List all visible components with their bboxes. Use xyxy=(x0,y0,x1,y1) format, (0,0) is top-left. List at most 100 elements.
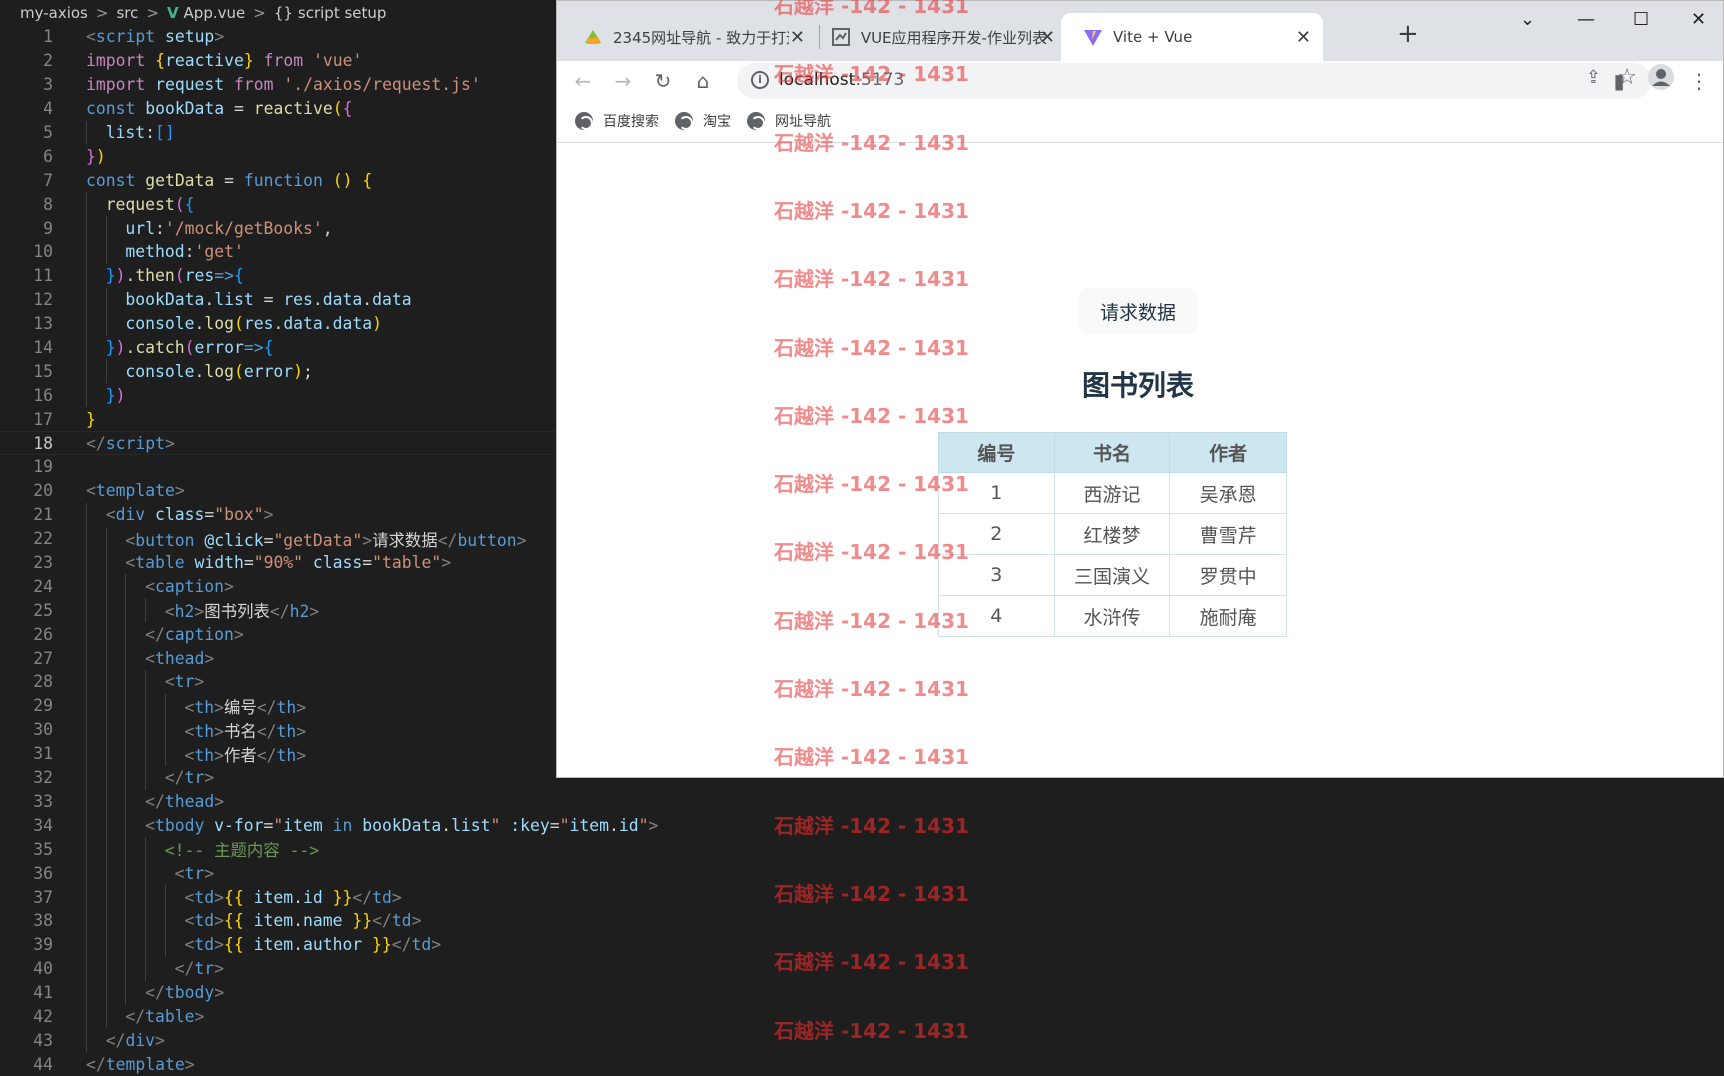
line-number: 19 xyxy=(33,457,53,477)
indent-guide xyxy=(86,789,87,814)
tab-strip: 2345网址导航 - 致力于打造百 ✕ VUE应用程序开发-作业列表 ✕ Vit… xyxy=(557,1,1723,61)
tab-title: VUE应用程序开发-作业列表 xyxy=(860,28,1047,47)
tab-vite-vue[interactable]: Vite + Vue ✕ xyxy=(1061,13,1323,61)
home-icon[interactable]: ⌂ xyxy=(691,67,715,95)
reload-icon[interactable]: ↻ xyxy=(651,67,675,95)
indent-guide xyxy=(86,717,87,742)
close-window-icon[interactable]: ✕ xyxy=(1691,9,1706,30)
plus-icon[interactable]: + xyxy=(1397,21,1419,47)
more-menu-icon[interactable]: ⋮ xyxy=(1687,67,1711,95)
indent-guide xyxy=(105,813,107,838)
code-line[interactable]: 41 </tbody> xyxy=(0,980,1724,1005)
code-text: <tr> xyxy=(164,672,205,692)
chevron-right-icon: > xyxy=(95,3,109,22)
code-text: <template> xyxy=(86,481,185,501)
cell-id: 4 xyxy=(938,595,1055,637)
code-line[interactable]: 36 <tr> xyxy=(0,861,1724,886)
cell-name: 三国演义 xyxy=(1053,554,1171,596)
code-line[interactable]: 38 <td>{{ item.name }}</td> xyxy=(0,908,1724,933)
indent-guide xyxy=(86,598,87,623)
indent-guide xyxy=(86,287,87,312)
info-icon[interactable]: i xyxy=(751,71,769,89)
indent-guide xyxy=(125,717,127,742)
code-text: import {reactive} from 'vue' xyxy=(86,51,363,71)
code-text: </caption> xyxy=(145,624,244,644)
close-icon[interactable]: ✕ xyxy=(1040,27,1055,48)
globe-icon xyxy=(575,112,593,130)
code-text: </script> xyxy=(86,433,175,453)
line-number: 6 xyxy=(43,146,53,166)
code-line[interactable]: 34 <tbody v-for="item in bookData.list" :… xyxy=(0,813,1724,838)
request-data-button[interactable]: 请求数据 xyxy=(1079,288,1197,334)
header-author: 作者 xyxy=(1169,432,1287,473)
address-bar[interactable]: i localhost:5173 ⇪ ☆ xyxy=(737,63,1651,99)
code-text: </div> xyxy=(105,1030,165,1050)
line-number: 18 xyxy=(33,433,53,453)
indent-guide xyxy=(86,550,87,575)
code-line[interactable]: 43 </div> xyxy=(0,1028,1724,1053)
bookmark-baidu[interactable]: 百度搜索 xyxy=(575,111,659,131)
indent-guide xyxy=(86,741,87,766)
indent-guide xyxy=(125,837,127,862)
indent-guide xyxy=(125,693,127,718)
profile-avatar-icon[interactable] xyxy=(1647,63,1674,98)
cell-author: 吴承恩 xyxy=(1169,472,1287,514)
code-text: console.log(res.data.data) xyxy=(125,314,383,334)
indent-guide xyxy=(125,598,127,623)
tab-2345[interactable]: 2345网址导航 - 致力于打造百 ✕ xyxy=(561,13,817,61)
code-line[interactable]: 39 <td>{{ item.author }}</td> xyxy=(0,932,1724,957)
code-text: <div class="box"> xyxy=(105,505,274,525)
line-number: 42 xyxy=(33,1006,53,1026)
line-number: 37 xyxy=(33,887,53,907)
bookmark-taobao[interactable]: 淘宝 xyxy=(675,111,731,131)
back-arrow-icon[interactable]: ← xyxy=(571,67,595,95)
chevron-right-icon: > xyxy=(146,3,159,22)
share-icon[interactable]: ⇪ xyxy=(1586,67,1601,88)
cell-id: 3 xyxy=(938,554,1055,596)
indent-guide xyxy=(164,885,166,909)
tab-vue-homework[interactable]: VUE应用程序开发-作业列表 ✕ xyxy=(809,13,1067,61)
indent-guide xyxy=(86,670,87,694)
cell-name: 红楼梦 xyxy=(1053,513,1171,555)
code-text: </tr> xyxy=(164,768,215,788)
indent-guide xyxy=(86,813,87,838)
close-icon[interactable]: ✕ xyxy=(790,27,805,48)
cell-author: 罗贯中 xyxy=(1169,554,1287,596)
code-line[interactable]: 42 </table> xyxy=(0,1004,1724,1029)
bookmark-url-nav[interactable]: 网址导航 xyxy=(747,111,831,131)
code-text: <caption> xyxy=(145,576,234,596)
code-line[interactable]: 35 <!-- 主题内容 --> xyxy=(0,837,1724,862)
indent-guide xyxy=(164,693,166,718)
breadcrumb-project[interactable]: my-axios xyxy=(20,4,88,22)
vue-file-icon: V xyxy=(166,3,179,22)
code-text: <button @click="getData">请求数据</button> xyxy=(125,530,527,550)
close-icon[interactable]: ✕ xyxy=(1296,27,1311,48)
maximize-icon[interactable]: ☐ xyxy=(1633,9,1649,30)
code-line[interactable]: 33 </thead> xyxy=(0,789,1724,814)
cell-name: 西游记 xyxy=(1053,472,1171,514)
indent-guide xyxy=(105,717,107,742)
indent-guide xyxy=(105,908,107,933)
line-number: 14 xyxy=(33,338,53,358)
indent-guide xyxy=(105,550,107,575)
code-text: <script setup> xyxy=(86,27,225,47)
breadcrumb-file[interactable]: App.vue xyxy=(184,4,246,22)
minimize-icon[interactable]: — xyxy=(1577,9,1595,30)
braces-icon: {} xyxy=(273,3,293,22)
url-text[interactable]: localhost:5173 xyxy=(779,70,904,90)
code-line[interactable]: 37 <td>{{ item.id }}</td> xyxy=(0,885,1724,909)
code-line[interactable]: 44 </template> xyxy=(0,1052,1724,1076)
line-number: 32 xyxy=(33,768,53,788)
line-number: 4 xyxy=(43,99,53,119)
breadcrumb-symbol[interactable]: script setup xyxy=(298,4,387,22)
code-line[interactable]: 40 </tr> xyxy=(0,956,1724,981)
indent-guide xyxy=(105,598,107,623)
table-row: 2 红楼梦 曹雪芹 xyxy=(938,513,1287,555)
indent-guide xyxy=(86,622,87,647)
breadcrumb-folder[interactable]: src xyxy=(116,4,138,22)
sidebar-icon[interactable]: ▮ xyxy=(1607,67,1631,95)
chevron-down-icon[interactable]: ⌄ xyxy=(1520,9,1535,30)
browser-window: 2345网址导航 - 致力于打造百 ✕ VUE应用程序开发-作业列表 ✕ Vit… xyxy=(556,0,1724,778)
forward-arrow-icon[interactable]: → xyxy=(611,67,635,95)
indent-guide xyxy=(105,311,107,336)
